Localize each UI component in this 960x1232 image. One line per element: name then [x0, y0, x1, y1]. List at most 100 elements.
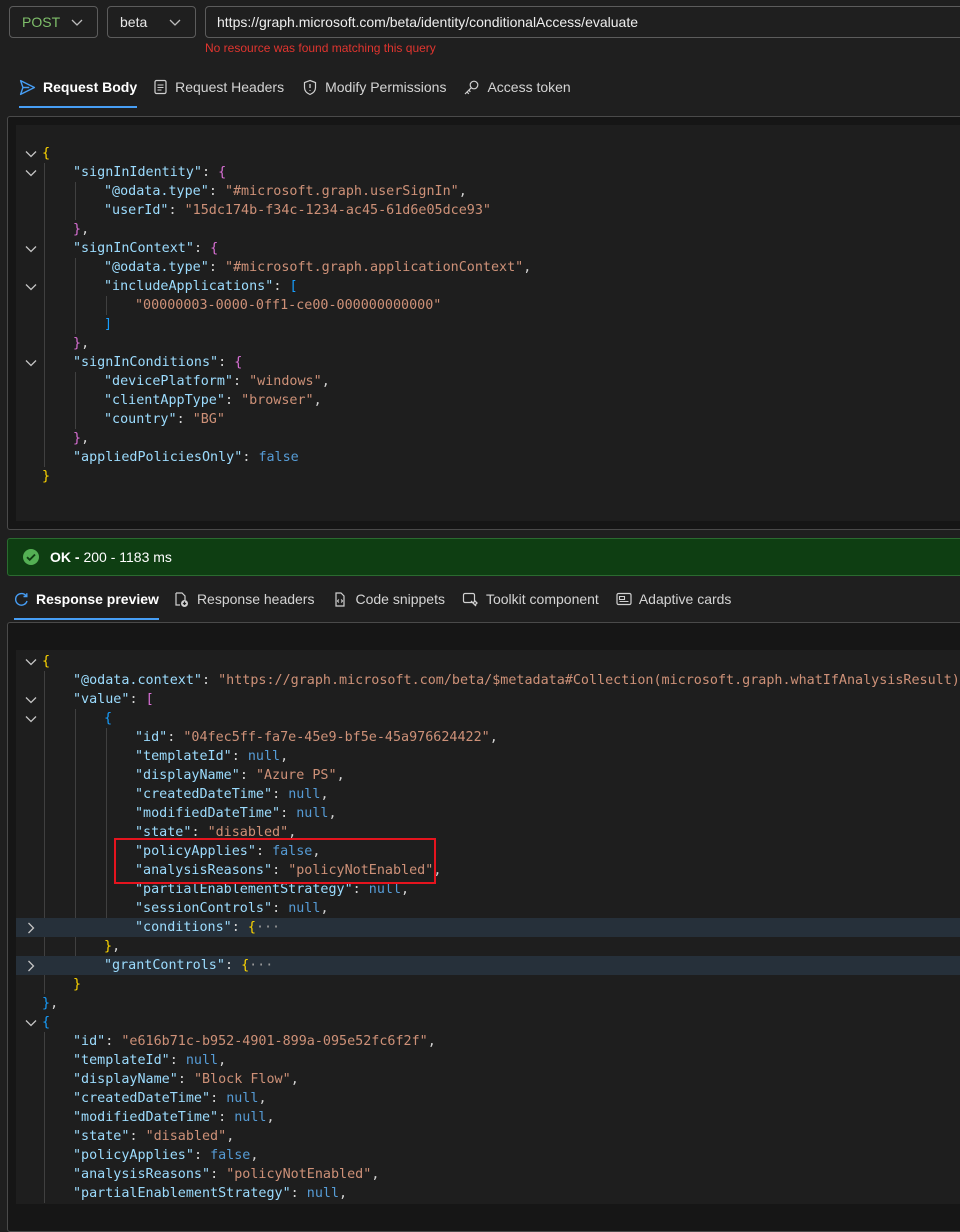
tab-request-body[interactable]: Request Body — [19, 74, 138, 108]
code-text: { — [42, 1013, 50, 1032]
code-token: , — [50, 996, 59, 1011]
chevron-down-icon[interactable] — [25, 357, 37, 369]
code-line: "@odata.context": "https://graph.microso… — [16, 671, 960, 690]
code-token: "disabled" — [145, 1129, 227, 1144]
code-text: }, — [104, 937, 120, 956]
code-token: "policyNotEnabled" — [226, 1167, 372, 1182]
code-line: "templateId": null, — [16, 1051, 960, 1070]
code-token: , — [250, 1148, 259, 1163]
tab-response-headers[interactable]: Response headers — [173, 586, 314, 612]
code-token: { — [234, 355, 243, 370]
code-line: "modifiedDateTime": null, — [16, 1108, 960, 1127]
code-token: , — [401, 882, 410, 897]
chevron-right-icon[interactable] — [25, 960, 37, 972]
code-token: , — [321, 374, 330, 389]
code-text: "userId": "15dc174b-f34c-1234-ac45-61d6e… — [104, 201, 491, 220]
code-token: { — [218, 165, 227, 180]
code-token: : — [193, 1148, 211, 1163]
code-token: "@odata.context" — [73, 673, 202, 688]
tab-response-preview[interactable]: Response preview — [14, 586, 159, 620]
code-token[interactable]: ··· — [256, 920, 280, 935]
code-token: : — [233, 374, 250, 389]
code-text: "analysisReasons": "policyNotEnabled", — [73, 1165, 379, 1184]
chevron-down-icon[interactable] — [25, 656, 37, 668]
chevron-down-icon[interactable] — [25, 167, 37, 179]
code-text: "@odata.type": "#microsoft.graph.userSig… — [104, 182, 467, 201]
code-token: } — [104, 939, 113, 954]
code-token: , — [523, 260, 532, 275]
chevron-down-icon[interactable] — [25, 694, 37, 706]
code-token: : — [210, 1167, 227, 1182]
code-token: "createdDateTime" — [135, 787, 273, 802]
chevron-down-icon[interactable] — [25, 243, 37, 255]
code-line: "@odata.type": "#microsoft.graph.userSig… — [16, 182, 960, 201]
tab-adaptive-cards[interactable]: Adaptive cards — [616, 586, 731, 612]
code-text: "createdDateTime": null, — [73, 1089, 267, 1108]
chevron-right-icon[interactable] — [25, 922, 37, 934]
code-token: , — [112, 939, 121, 954]
status-detail: 200 - 1183 ms — [83, 549, 172, 565]
chevron-down-icon — [71, 19, 83, 26]
code-text: "conditions": {··· — [135, 918, 280, 937]
code-line: }, — [16, 334, 960, 353]
code-token: "@odata.type" — [104, 260, 209, 275]
chevron-down-icon[interactable] — [25, 713, 37, 725]
code-token: { — [104, 711, 113, 726]
chevron-down-icon[interactable] — [25, 148, 37, 160]
code-token: null — [185, 1053, 219, 1068]
code-text: "createdDateTime": null, — [135, 785, 329, 804]
code-token: , — [81, 431, 90, 446]
code-token: null — [306, 1186, 340, 1201]
code-line: }, — [16, 429, 960, 448]
code-token: { — [247, 920, 256, 935]
send-icon — [19, 79, 36, 95]
tab-modify-permissions[interactable]: Modify Permissions — [302, 74, 446, 100]
response-preview-editor[interactable]: { "@odata.context": "https://graph.micros… — [16, 650, 960, 1204]
code-token: "BG" — [192, 412, 225, 427]
code-token: : — [273, 279, 290, 294]
code-line: }, — [16, 220, 960, 239]
code-token: "e616b71c-b952-4901-899a-095e52fc6f2f" — [121, 1034, 428, 1049]
request-url-value: https://graph.microsoft.com/beta/identit… — [217, 14, 638, 30]
code-token: , — [320, 787, 329, 802]
code-token: , — [226, 1129, 235, 1144]
code-text: "id": "04fec5ff-fa7e-45e9-bf5e-45a976624… — [135, 728, 498, 747]
code-token: "includeApplications" — [104, 279, 274, 294]
version-dropdown[interactable]: beta — [107, 6, 196, 38]
code-text: "includeApplications": [ — [104, 277, 298, 296]
code-line: "grantControls": {··· — [16, 956, 960, 975]
request-url-input[interactable]: https://graph.microsoft.com/beta/identit… — [205, 6, 960, 38]
document-icon — [154, 79, 167, 95]
code-line: "state": "disabled", — [16, 1127, 960, 1146]
code-text: "state": "disabled", — [73, 1127, 234, 1146]
code-token[interactable]: ··· — [249, 958, 273, 973]
http-method-dropdown[interactable]: POST — [9, 6, 98, 38]
code-token: : — [242, 450, 259, 465]
url-error-message: No resource was found matching this quer… — [205, 41, 436, 55]
tab-toolkit-component[interactable]: Toolkit component — [462, 586, 599, 612]
code-token: "Block Flow" — [193, 1072, 291, 1087]
tab-code-snippets[interactable]: Code snippets — [332, 586, 445, 612]
code-line: ] — [16, 315, 960, 334]
code-text: "@odata.context": "https://graph.microso… — [73, 671, 960, 690]
shield-icon — [303, 79, 317, 95]
code-token: } — [73, 977, 82, 992]
code-token: , — [258, 1091, 267, 1106]
code-text: "devicePlatform": "windows", — [104, 372, 330, 391]
request-body-editor[interactable]: {"signInIdentity": {"@odata.type": "#mic… — [16, 125, 960, 521]
code-token: "analysisReasons" — [73, 1167, 211, 1182]
code-line: "sessionControls": null, — [16, 899, 960, 918]
code-token: , — [266, 1110, 275, 1125]
chevron-down-icon[interactable] — [25, 1017, 37, 1029]
code-token: null — [247, 749, 281, 764]
code-token: "displayName" — [135, 768, 240, 783]
code-token: "value" — [73, 692, 130, 707]
tab-access-token[interactable]: Access token — [463, 74, 571, 100]
tab-request-headers[interactable]: Request Headers — [153, 74, 284, 100]
chevron-down-icon[interactable] — [25, 281, 37, 293]
code-line: { — [16, 144, 960, 163]
code-text: }, — [73, 334, 89, 353]
code-text: }, — [42, 994, 58, 1013]
code-token: { — [42, 146, 51, 161]
code-token: null — [288, 787, 321, 802]
